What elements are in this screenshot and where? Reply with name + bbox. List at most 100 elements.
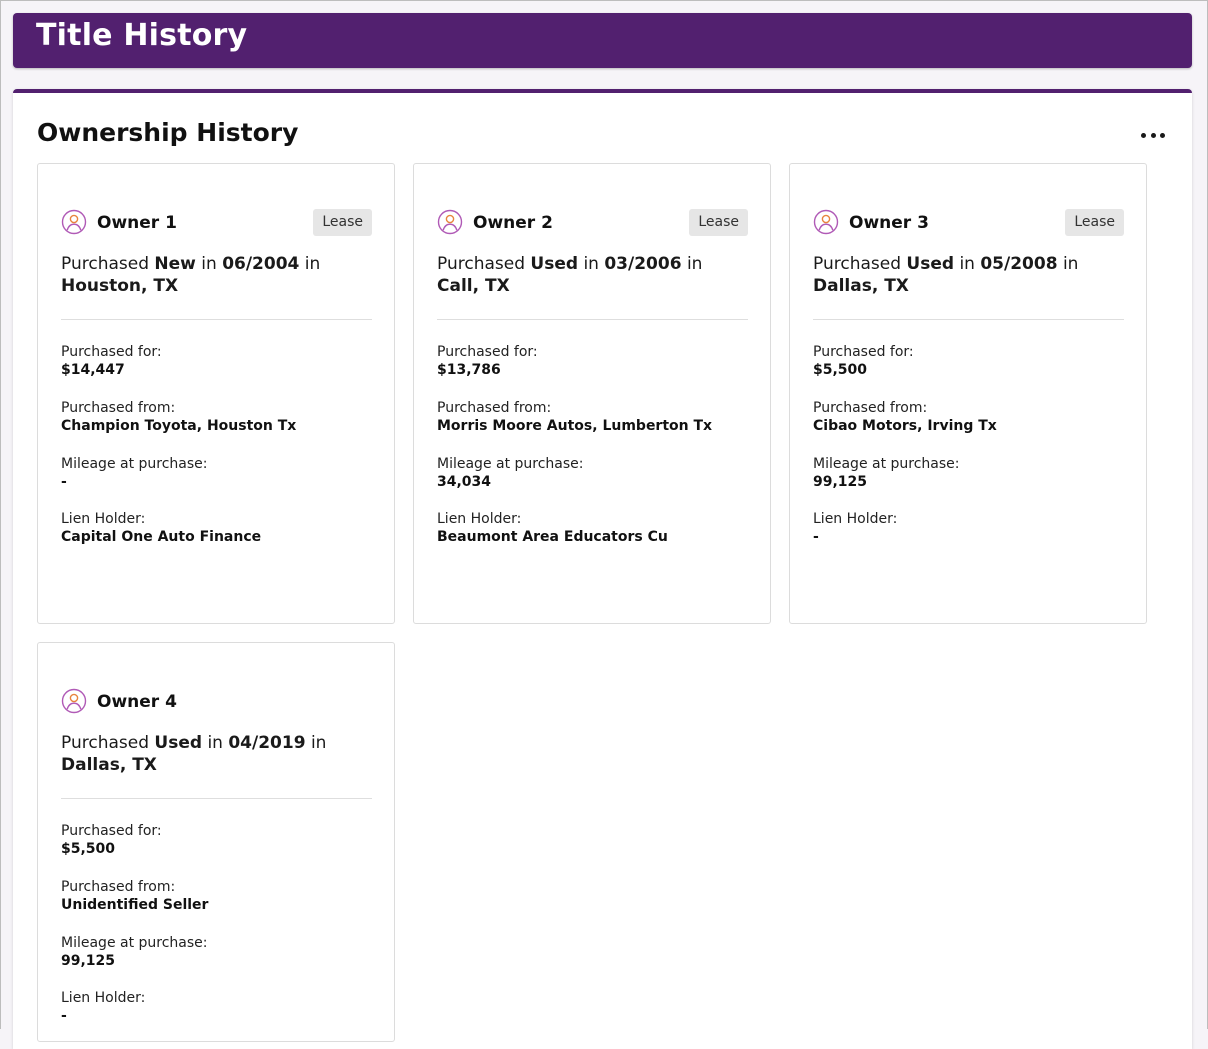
- purchased-for-field: Purchased for: $5,500: [813, 343, 1124, 380]
- title-bar: Title History: [13, 13, 1192, 68]
- divider: [437, 319, 748, 320]
- purchased-for-value: $5,500: [61, 841, 116, 857]
- purchased-from-field: Purchased from: Morris Moore Autos, Lumb…: [437, 399, 748, 436]
- user-avatar-icon: [437, 209, 463, 235]
- lease-badge: Lease: [1065, 209, 1124, 236]
- more-dot-icon: [1150, 132, 1156, 138]
- purchased-for-label: Purchased for:: [437, 344, 538, 360]
- purchased-from-label: Purchased from:: [437, 400, 552, 416]
- lien-holder-field: Lien Holder: Beaumont Area Educators Cu: [437, 510, 748, 547]
- purchase-location: Dallas, TX: [61, 755, 157, 775]
- purchased-from-field: Purchased from: Champion Toyota, Houston…: [61, 399, 372, 436]
- owner-header: Owner 3 Lease: [813, 209, 1124, 237]
- lien-holder-field: Lien Holder: Capital One Auto Finance: [61, 510, 372, 547]
- purchase-date: 04/2019: [228, 733, 306, 753]
- mileage-value: 99,125: [61, 953, 116, 969]
- purchase-location: Houston, TX: [61, 276, 179, 296]
- user-avatar-icon: [61, 688, 87, 714]
- purchased-for-field: Purchased for: $13,786: [437, 343, 748, 380]
- lien-holder-value: -: [813, 529, 819, 545]
- purchase-condition: New: [154, 254, 196, 274]
- purchase-summary: Purchased Used in 03/2006 in Call, TX: [437, 253, 748, 297]
- purchase-summary: Purchased Used in 05/2008 in Dallas, TX: [813, 253, 1124, 297]
- owner-name: Owner 3: [849, 213, 929, 233]
- purchase-condition: Used: [530, 254, 579, 274]
- purchase-location: Dallas, TX: [813, 276, 909, 296]
- owner-header: Owner 2 Lease: [437, 209, 748, 237]
- owner-card: Owner 4 Purchased Used in 04/2019 in Dal…: [37, 642, 395, 1042]
- mileage-value: 34,034: [437, 474, 492, 490]
- mileage-field: Mileage at purchase: 99,125: [813, 455, 1124, 492]
- in-label: in: [201, 254, 217, 274]
- mileage-value: 99,125: [813, 474, 868, 490]
- purchase-date: 05/2008: [980, 254, 1058, 274]
- purchased-label: Purchased: [61, 733, 149, 753]
- mileage-field: Mileage at purchase: 34,034: [437, 455, 748, 492]
- purchased-for-label: Purchased for:: [813, 344, 914, 360]
- purchased-for-field: Purchased for: $14,447: [61, 343, 372, 380]
- purchased-for-value: $14,447: [61, 362, 125, 378]
- purchased-from-label: Purchased from:: [61, 879, 176, 895]
- in-label: in: [207, 733, 223, 753]
- purchased-from-field: Purchased from: Unidentified Seller: [61, 878, 372, 915]
- mileage-field: Mileage at purchase: -: [61, 455, 372, 492]
- page-title: Title History: [36, 18, 248, 53]
- in-label: in: [686, 254, 703, 274]
- owner-name: Owner 1: [97, 213, 177, 233]
- lien-holder-label: Lien Holder:: [61, 990, 146, 1006]
- more-dot-icon: [1160, 132, 1165, 138]
- in-label: in: [310, 733, 327, 753]
- purchased-label: Purchased: [437, 254, 525, 274]
- mileage-field: Mileage at purchase: 99,125: [61, 934, 372, 971]
- mileage-value: -: [61, 474, 67, 490]
- purchased-for-value: $13,786: [437, 362, 501, 378]
- in-label: in: [583, 254, 599, 274]
- owner-card: Owner 3 Lease Purchased Used in 05/2008 …: [789, 163, 1147, 624]
- purchase-summary: Purchased Used in 04/2019 in Dallas, TX: [61, 732, 372, 776]
- lien-holder-value: -: [61, 1008, 67, 1024]
- owner-header: Owner 4: [61, 688, 372, 716]
- lease-badge: Lease: [313, 209, 372, 236]
- mileage-label: Mileage at purchase:: [61, 456, 208, 472]
- owner-header: Owner 1 Lease: [61, 209, 372, 237]
- section-title: Ownership History: [37, 118, 299, 147]
- divider: [813, 319, 1124, 320]
- purchased-from-value: Morris Moore Autos, Lumberton Tx: [437, 418, 713, 434]
- user-avatar-icon: [61, 209, 87, 235]
- mileage-label: Mileage at purchase:: [813, 456, 960, 472]
- purchase-date: 03/2006: [604, 254, 682, 274]
- mileage-label: Mileage at purchase:: [61, 935, 208, 951]
- lien-holder-value: Capital One Auto Finance: [61, 529, 262, 545]
- purchased-for-label: Purchased for:: [61, 344, 162, 360]
- owner-name: Owner 2: [473, 213, 553, 233]
- purchased-from-value: Unidentified Seller: [61, 897, 209, 913]
- purchase-date: 06/2004: [222, 254, 300, 274]
- owner-name: Owner 4: [97, 692, 177, 712]
- purchased-from-value: Cibao Motors, Irving Tx: [813, 418, 997, 434]
- lease-badge: Lease: [689, 209, 748, 236]
- divider: [61, 798, 372, 799]
- purchased-for-label: Purchased for:: [61, 823, 162, 839]
- user-avatar-icon: [813, 209, 839, 235]
- owner-card: Owner 2 Lease Purchased Used in 03/2006 …: [413, 163, 771, 624]
- in-label: in: [304, 254, 321, 274]
- lien-holder-label: Lien Holder:: [61, 511, 146, 527]
- purchased-label: Purchased: [61, 254, 149, 274]
- divider: [61, 319, 372, 320]
- purchased-from-value: Champion Toyota, Houston Tx: [61, 418, 297, 434]
- purchase-location: Call, TX: [437, 276, 510, 296]
- purchase-condition: Used: [906, 254, 955, 274]
- purchase-condition: Used: [154, 733, 203, 753]
- purchased-from-field: Purchased from: Cibao Motors, Irving Tx: [813, 399, 1124, 436]
- lien-holder-label: Lien Holder:: [813, 511, 898, 527]
- in-label: in: [1062, 254, 1079, 274]
- mileage-label: Mileage at purchase:: [437, 456, 584, 472]
- purchased-for-field: Purchased for: $5,500: [61, 822, 372, 859]
- lien-holder-field: Lien Holder: -: [61, 989, 372, 1026]
- more-dot-icon: [1141, 132, 1146, 138]
- purchased-from-label: Purchased from:: [61, 400, 176, 416]
- purchased-from-label: Purchased from:: [813, 400, 928, 416]
- lien-holder-label: Lien Holder:: [437, 511, 522, 527]
- lien-holder-value: Beaumont Area Educators Cu: [437, 529, 668, 545]
- more-options-button[interactable]: [1141, 128, 1165, 142]
